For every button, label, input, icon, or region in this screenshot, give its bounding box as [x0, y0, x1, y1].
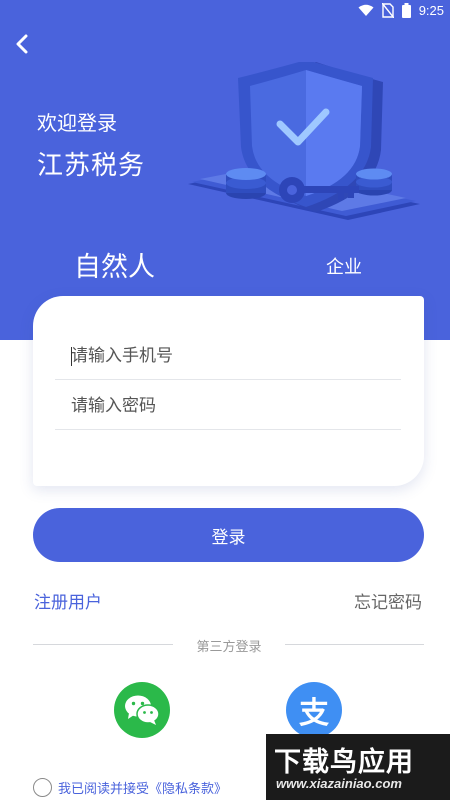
watermark-logo: 下载鸟应用 www.xiazainiao.com: [266, 734, 450, 800]
shield-key-illustration: [188, 62, 420, 220]
status-bar: 9:25: [0, 0, 450, 26]
wechat-icon: [125, 695, 160, 725]
tab-enterprise[interactable]: 企业: [326, 253, 362, 279]
login-button[interactable]: 登录: [33, 508, 424, 562]
text-cursor: [71, 347, 72, 366]
back-button[interactable]: [8, 30, 36, 58]
agree-checkbox[interactable]: [33, 778, 52, 797]
tab-natural-person[interactable]: 自然人: [74, 245, 155, 284]
third-party-label: 第三方登录: [196, 640, 262, 655]
no-sim-icon: [381, 3, 394, 18]
wifi-icon: [358, 4, 374, 16]
privacy-policy-link[interactable]: 我已阅读并接受《隐私条款》: [58, 778, 227, 797]
alipay-login-button[interactable]: 支: [286, 682, 342, 738]
forgot-password-link[interactable]: 忘记密码: [354, 588, 422, 613]
battery-icon: [401, 3, 411, 18]
phone-input[interactable]: [55, 332, 401, 380]
password-input[interactable]: [55, 382, 401, 430]
register-link[interactable]: 注册用户: [34, 588, 102, 613]
watermark-title: 下载鸟应用: [274, 747, 414, 778]
chevron-left-icon: [16, 34, 28, 54]
login-card: [33, 296, 424, 486]
wechat-login-button[interactable]: [114, 682, 170, 738]
privacy-agreement: 我已阅读并接受《隐私条款》: [33, 778, 227, 797]
app-name: 江苏税务: [37, 151, 146, 181]
status-time: 9:25: [418, 3, 444, 18]
alipay-icon: 支: [299, 696, 329, 731]
watermark-url: www.xiazainiao.com: [276, 776, 402, 791]
welcome-text: 欢迎登录: [37, 111, 117, 135]
divider-right: [285, 644, 424, 645]
